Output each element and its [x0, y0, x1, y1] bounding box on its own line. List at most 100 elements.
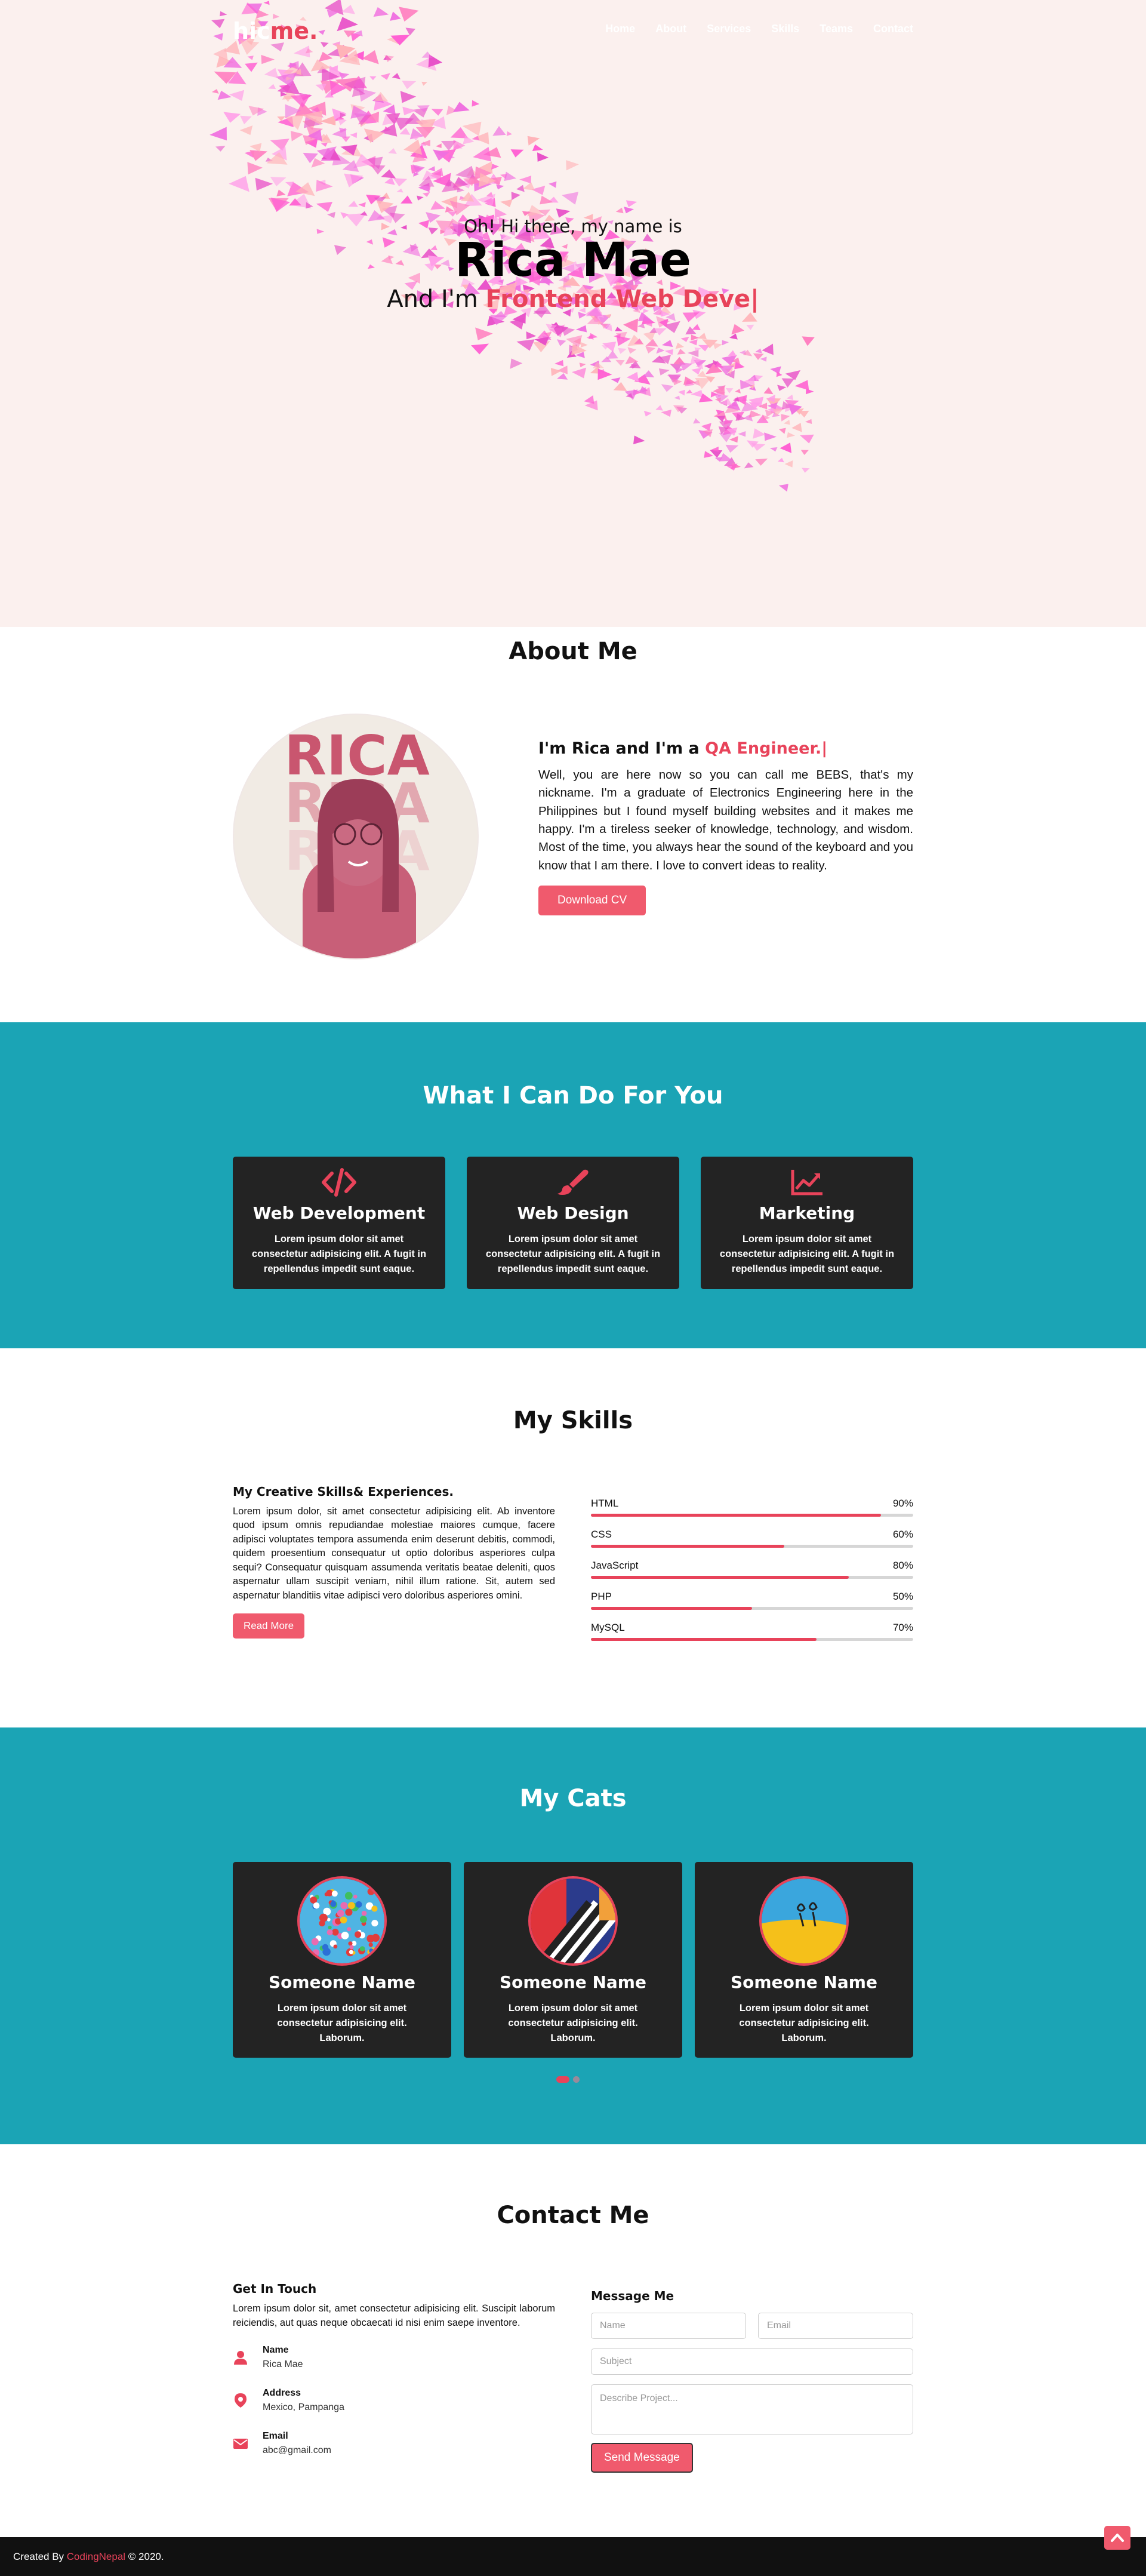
contact-intro: Lorem ipsum dolor sit, amet consectetur … [233, 2303, 555, 2328]
hero-name: Rica Mae [455, 233, 691, 287]
avatar-illustration: RICA RICA RICA [284, 724, 430, 958]
read-more-button[interactable]: Read More [233, 1613, 305, 1639]
logo[interactable]: hicme. [233, 18, 318, 44]
skill-bar-track [591, 1607, 913, 1610]
nav-item-skills[interactable]: Skills [771, 23, 799, 35]
email-field[interactable]: Email [758, 2313, 913, 2339]
service-card-marketing[interactable]: Marketing Lorem ipsum dolor sit amet con… [701, 1157, 913, 1289]
cat-text: Lorem ipsum dolor sit amet consectetur a… [739, 2003, 869, 2043]
about-heading-typed: QA Engineer.| [705, 739, 828, 758]
skills-subtitle: My Creative Skills& Experiences. [233, 1484, 454, 1499]
cat-name: Someone Name [500, 1972, 646, 1992]
avatar: RICA RICA RICA [233, 714, 479, 960]
skills-title: My Skills [513, 1407, 633, 1434]
logo-accent: me. [270, 18, 318, 44]
footer-prefix: Created By [13, 2551, 64, 2562]
about-text: I'm Rica and I'm a QA Engineer.| Well, y… [538, 739, 913, 915]
contact-item-name: Name Rica Mae [233, 2341, 555, 2381]
skill-percent: 90% [892, 1498, 913, 1509]
carousel-dot-active[interactable] [556, 2076, 569, 2083]
nav-item-home[interactable]: Home [605, 23, 635, 35]
skill-name: CSS [591, 1529, 612, 1540]
logo-main: hic [233, 18, 270, 44]
skill-bar-fill [591, 1607, 752, 1610]
contact-value: Rica Mae [263, 2359, 303, 2369]
map-marker-icon [235, 2393, 247, 2408]
service-card-web-design[interactable]: Web Design Lorem ipsum dolor sit amet co… [467, 1157, 679, 1289]
contact-item-email: Email abc@gmail.com [233, 2427, 555, 2467]
cats-title: My Cats [519, 1785, 627, 1812]
footer: Created By CodingNepal © 2020. [0, 2537, 1146, 2576]
skill-percent: 60% [892, 1529, 913, 1540]
services-title: What I Can Do For You [423, 1082, 723, 1109]
skill-bar-row: CSS 60% [591, 1529, 913, 1560]
send-message-button[interactable]: Send Message [591, 2443, 693, 2473]
contact-label: Name [263, 2344, 289, 2355]
chart-line-icon [791, 1170, 822, 1195]
hero-text: Oh! Hi there, my name is Rica Mae And I'… [0, 216, 1146, 313]
contact-section: Contact Me Get In Touch Lorem ipsum dolo… [0, 2144, 1146, 2537]
skill-bar-fill [591, 1545, 784, 1548]
nav-item-about[interactable]: About [655, 23, 686, 35]
about-paragraph: Well, you are here now so you can call m… [538, 768, 913, 872]
message-field[interactable]: Describe Project... [591, 2384, 913, 2434]
service-card-web-development[interactable]: Web Development Lorem ipsum dolor sit am… [233, 1157, 445, 1289]
cat-photo [297, 1876, 387, 1966]
footer-brand-link[interactable]: CodingNepal [67, 2551, 125, 2562]
nav-item-services[interactable]: Services [707, 23, 751, 35]
cat-photo [759, 1876, 849, 1966]
footer-credit: Created By CodingNepal © 2020. [13, 2551, 164, 2563]
cat-name: Someone Name [731, 1972, 877, 1992]
cat-card[interactable]: Someone Name Lorem ipsum dolor sit amet … [695, 1862, 913, 2058]
cat-card[interactable]: Someone Name Lorem ipsum dolor sit amet … [464, 1862, 682, 2058]
skill-percent: 50% [892, 1591, 913, 1602]
cat-card[interactable]: Someone Name Lorem ipsum dolor sit amet … [233, 1862, 451, 2058]
services-section: What I Can Do For You Web Development Lo… [0, 1022, 1146, 1348]
contact-info: Get In Touch Lorem ipsum dolor sit, amet… [233, 2282, 555, 2467]
scroll-top-button[interactable] [1104, 2526, 1130, 2550]
envelope-icon [233, 2438, 248, 2449]
cat-text: Lorem ipsum dolor sit amet consectetur a… [277, 2003, 407, 2043]
subject-field[interactable]: Subject [591, 2348, 913, 2375]
about-section: About Me RICA RICA RICA I'm Rica and I'm… [0, 627, 1146, 1022]
skill-bar-row: JavaScript 80% [591, 1560, 913, 1591]
skill-bar-fill [591, 1514, 881, 1517]
contact-value: abc@gmail.com [263, 2445, 331, 2455]
service-text: Lorem ipsum dolor sit amet consectetur a… [251, 1234, 427, 1274]
contact-right-heading: Message Me [591, 2289, 674, 2303]
skill-bar-track [591, 1514, 913, 1517]
skill-name: PHP [591, 1591, 612, 1602]
particle-swarm-decoration [210, 0, 815, 492]
download-cv-button[interactable]: Download CV [538, 885, 646, 915]
service-text: Lorem ipsum dolor sit amet consectetur a… [485, 1234, 661, 1274]
skills-intro: My Creative Skills& Experiences. Lorem i… [233, 1484, 555, 1639]
code-icon [322, 1168, 356, 1197]
cats-section: My Cats Someone Name Lorem ipsum dolor s… [0, 1727, 1146, 2144]
nav-menu: Home About Services Skills Teams Contact [605, 23, 913, 35]
service-title: Web Development [252, 1203, 426, 1223]
skill-percent: 80% [892, 1560, 913, 1571]
skill-bars: HTML 90% CSS 60% JavaScript 80% PHP 50% MySQL 70% [591, 1498, 913, 1653]
skill-bar-track [591, 1545, 913, 1548]
carousel-dot[interactable] [573, 2076, 580, 2083]
service-text: Lorem ipsum dolor sit amet consectetur a… [719, 1234, 895, 1274]
cat-photo [528, 1876, 618, 1966]
nav-item-teams[interactable]: Teams [820, 23, 853, 35]
service-title: Marketing [759, 1203, 855, 1223]
paint-brush-icon [557, 1169, 589, 1195]
skill-bar-track [591, 1638, 913, 1641]
skill-name: HTML [591, 1498, 619, 1509]
contact-value: Mexico, Pampanga [263, 2402, 344, 2412]
carousel-dots [556, 2076, 580, 2083]
skill-percent: 70% [892, 1622, 913, 1633]
nav-item-contact[interactable]: Contact [873, 23, 913, 35]
hero-role-typed: Frontend Web Deve| [485, 285, 759, 313]
name-field[interactable]: Name [591, 2313, 746, 2339]
cat-text: Lorem ipsum dolor sit amet consectetur a… [508, 2003, 638, 2043]
skills-section: My Skills My Creative Skills& Experience… [0, 1348, 1146, 1727]
skill-bar-fill [591, 1576, 849, 1579]
contact-item-address: Address Mexico, Pampanga [233, 2384, 555, 2424]
skills-paragraph: Lorem ipsum dolor, sit amet consectetur … [233, 1506, 555, 1601]
navbar: hicme. Home About Services Skills Teams … [0, 0, 1146, 60]
skill-name: JavaScript [591, 1560, 639, 1571]
